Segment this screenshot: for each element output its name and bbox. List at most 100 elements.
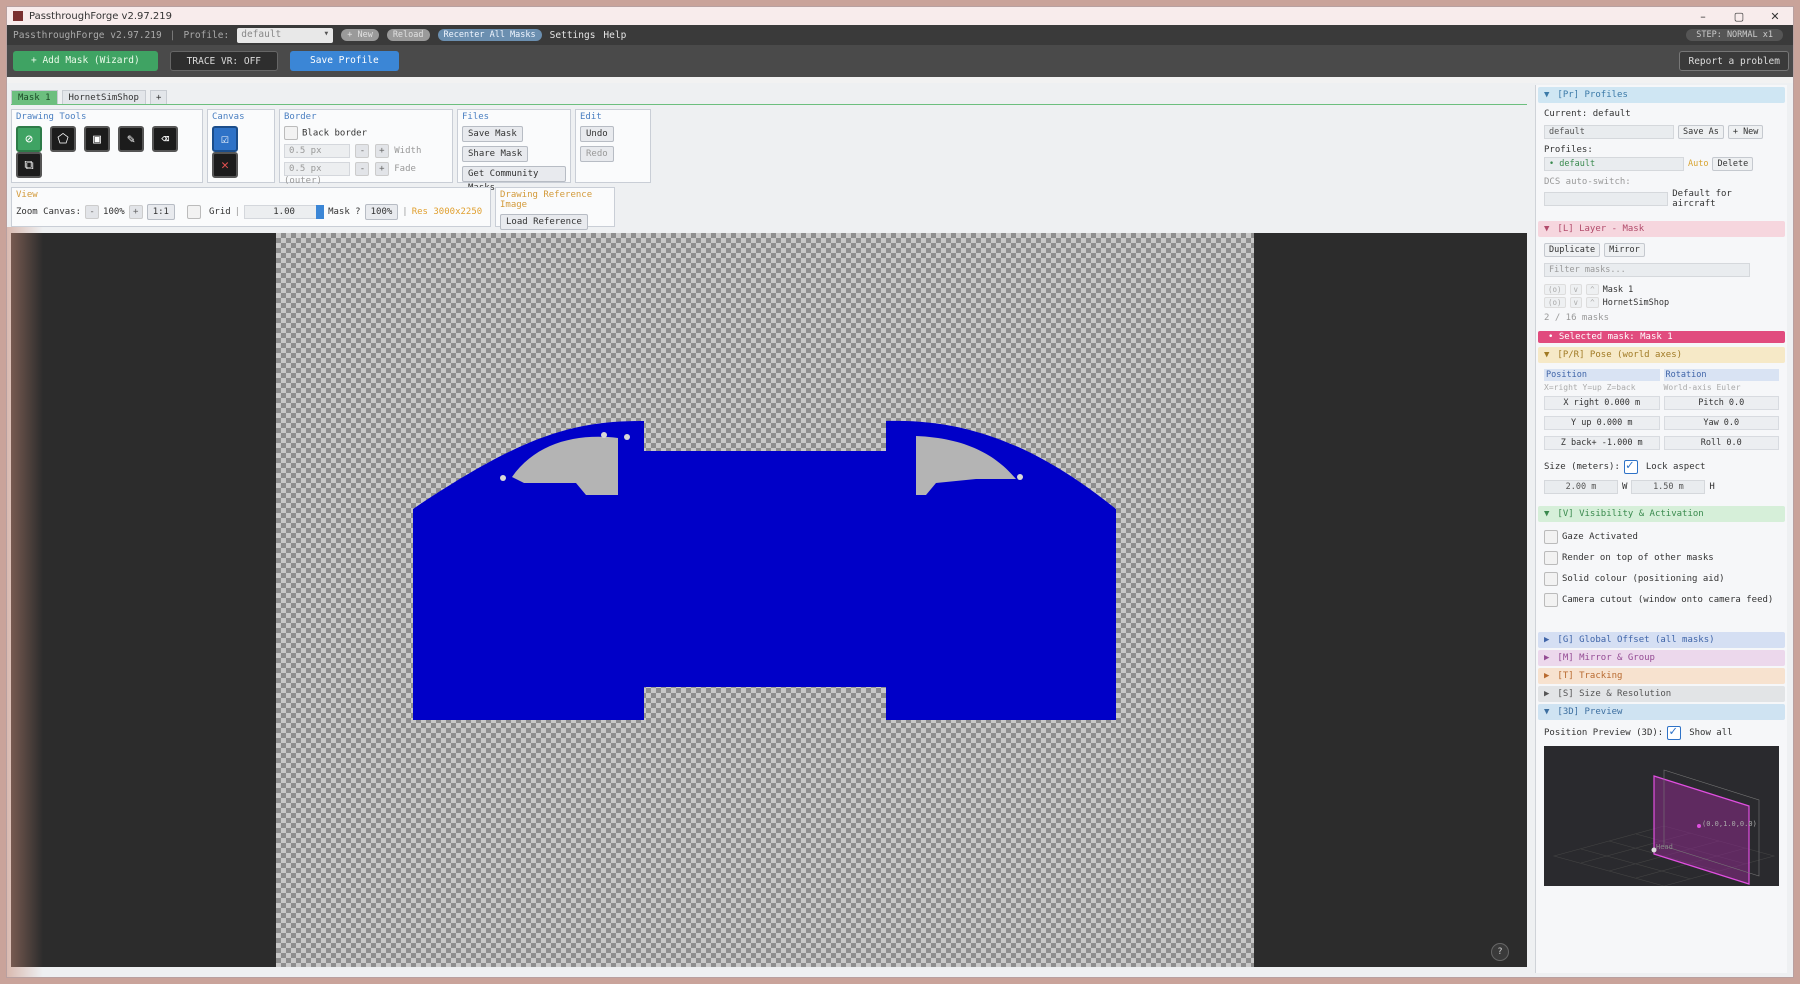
- community-masks-button[interactable]: Get Community Masks: [462, 166, 566, 193]
- roll-input[interactable]: Roll 0.0: [1663, 436, 1779, 450]
- size-resolution-header[interactable]: ▶ [S] Size & Resolution: [1538, 686, 1785, 702]
- redo-button[interactable]: Redo: [580, 146, 614, 162]
- tab-mask-1[interactable]: Mask 1: [11, 90, 58, 104]
- selected-mask-bar: • Selected mask: Mask 1: [1538, 331, 1785, 343]
- profile-list-item[interactable]: • default: [1544, 157, 1684, 171]
- files-title: Files: [462, 112, 490, 122]
- mirror-button[interactable]: Mirror: [1604, 243, 1645, 257]
- border-width-input[interactable]: 0.5 px: [284, 144, 350, 158]
- tracking-header[interactable]: ▶ [T] Tracking: [1538, 668, 1785, 684]
- title-bar: PassthroughForge v2.97.219 – ▢ ✕: [7, 7, 1793, 25]
- camera-cutout-option[interactable]: Camera cutout (window onto camera feed): [1544, 593, 1779, 607]
- profile-select[interactable]: default: [237, 27, 334, 43]
- duplicate-button[interactable]: Duplicate: [1544, 243, 1601, 257]
- zoom-in-button[interactable]: +: [128, 205, 143, 219]
- recenter-all-button[interactable]: Recenter All Masks: [437, 29, 542, 41]
- z-position-input[interactable]: Z back+ -1.000 m: [1544, 436, 1660, 450]
- y-position-input[interactable]: Y up 0.000 m: [1544, 416, 1660, 430]
- mask-shape[interactable]: [276, 233, 1254, 969]
- settings-menu[interactable]: Settings: [550, 30, 596, 41]
- rectangle-tool-icon[interactable]: ▣: [84, 126, 111, 152]
- fade-input[interactable]: 0.5 px: [284, 162, 350, 176]
- close-button[interactable]: ✕: [1757, 10, 1793, 23]
- help-icon[interactable]: ?: [1491, 943, 1509, 961]
- content-area: Mask 1 HornetSimShop + Drawing Tools ⊘ ⬠…: [7, 83, 1793, 977]
- reload-button[interactable]: Reload: [386, 29, 430, 41]
- filter-masks-input[interactable]: Filter masks...: [1544, 263, 1750, 277]
- load-reference-button[interactable]: Load Reference: [500, 214, 588, 230]
- slider-handle[interactable]: [316, 205, 325, 219]
- profiles-section-header[interactable]: ▼ [Pr] Profiles: [1538, 87, 1785, 103]
- svg-text:Head: Head: [1656, 843, 1673, 851]
- fade-increment[interactable]: +: [374, 162, 389, 176]
- share-mask-button[interactable]: Share Mask: [462, 146, 529, 162]
- profile-name-input[interactable]: default: [1544, 125, 1674, 139]
- main-toolbar: + Add Mask (Wizard) TRACE VR: OFF Save P…: [7, 45, 1793, 77]
- mirror-group-header[interactable]: ▶ [M] Mirror & Group: [1538, 650, 1785, 666]
- report-problem-button[interactable]: Report a problem: [1679, 51, 1789, 71]
- pen-tool-icon[interactable]: ✎: [118, 126, 145, 152]
- gaze-activated-option[interactable]: Gaze Activated: [1544, 530, 1779, 544]
- profiles-section: Current: default default Save As + New P…: [1536, 105, 1787, 219]
- rotation-hint: World-axis Euler: [1663, 383, 1741, 392]
- dcs-input[interactable]: [1544, 192, 1669, 206]
- clear-cross-icon[interactable]: ✕: [212, 152, 238, 178]
- polygon-tool-icon[interactable]: ⬠: [50, 126, 77, 152]
- width-increment[interactable]: +: [374, 144, 389, 158]
- pitch-input[interactable]: Pitch 0.0: [1663, 396, 1779, 410]
- grid-label: Grid: [208, 207, 231, 217]
- preview-section: Position Preview (3D): Show all: [1536, 722, 1787, 740]
- black-border-checkbox[interactable]: [284, 126, 298, 140]
- step-indicator[interactable]: STEP: NORMAL x1: [1686, 29, 1783, 41]
- apply-check-icon[interactable]: ☑: [212, 126, 238, 152]
- lock-aspect-checkbox[interactable]: [1623, 458, 1638, 474]
- show-all-checkbox[interactable]: [1667, 724, 1682, 740]
- select-tool-icon[interactable]: ⊘: [16, 126, 42, 152]
- grid-checkbox[interactable]: [186, 205, 201, 219]
- layer-section-header[interactable]: ▼ [L] Layer - Mask: [1538, 221, 1785, 237]
- maximize-button[interactable]: ▢: [1721, 10, 1757, 23]
- render-on-top-option[interactable]: Render on top of other masks: [1544, 551, 1779, 565]
- mask-pct-button[interactable]: 100%: [364, 204, 399, 220]
- new-profile-button[interactable]: + New: [341, 29, 379, 41]
- width-meters-input[interactable]: 2.00 m: [1544, 480, 1618, 494]
- undo-button[interactable]: Undo: [580, 126, 614, 142]
- black-border-label: Black border: [302, 128, 368, 139]
- save-profile-button[interactable]: Save Profile: [290, 51, 399, 71]
- save-as-button[interactable]: Save As: [1678, 125, 1724, 139]
- one-to-one-button[interactable]: 1:1: [146, 204, 175, 220]
- add-tab-button[interactable]: +: [149, 90, 168, 104]
- preview-section-header[interactable]: ▼ [3D] Preview: [1538, 704, 1785, 720]
- add-mask-button[interactable]: + Add Mask (Wizard): [13, 51, 158, 71]
- pose-section-header[interactable]: ▼ [P/R] Pose (world axes): [1538, 347, 1785, 363]
- x-position-input[interactable]: X right 0.000 m: [1544, 396, 1660, 410]
- mask-list-item[interactable]: (o) v ^ HornetSimShop: [1544, 296, 1779, 309]
- crop-tool-icon[interactable]: ⧉: [16, 152, 42, 178]
- pose-section: Position X=right Y=up Z=back X right 0.0…: [1536, 365, 1787, 504]
- width-decrement[interactable]: -: [355, 144, 370, 158]
- yaw-input[interactable]: Yaw 0.0: [1663, 416, 1779, 430]
- tab-hornetsimshop[interactable]: HornetSimShop: [61, 90, 146, 104]
- minimize-button[interactable]: –: [1685, 10, 1721, 23]
- tool-row: Drawing Tools ⊘ ⬠ ▣ ✎ ⌫ ⧉ Canvas ☑ ✕ Bor…: [11, 109, 1527, 193]
- transparency-checkerboard[interactable]: [276, 233, 1254, 967]
- help-menu[interactable]: Help: [603, 30, 626, 41]
- zoom-out-button[interactable]: -: [85, 205, 100, 219]
- profiles-list-label: Profiles:: [1544, 145, 1593, 155]
- opacity-slider[interactable]: 1.00: [244, 205, 325, 219]
- save-mask-button[interactable]: Save Mask: [462, 126, 523, 142]
- trace-vr-button[interactable]: TRACE VR: OFF: [169, 51, 279, 71]
- eraser-tool-icon[interactable]: ⌫: [152, 126, 179, 152]
- solid-colour-option[interactable]: Solid colour (positioning aid): [1544, 572, 1779, 586]
- new-profile-panel-button[interactable]: + New: [1727, 125, 1764, 139]
- mask-list-item[interactable]: (o) v ^ Mask 1: [1544, 283, 1779, 296]
- drawing-canvas[interactable]: ?: [11, 233, 1527, 967]
- height-meters-input[interactable]: 1.50 m: [1631, 480, 1706, 494]
- 3d-preview-viewport[interactable]: Head (0.0,1.0,0.0): [1544, 746, 1779, 886]
- global-offset-header[interactable]: ▶ [G] Global Offset (all masks): [1538, 632, 1785, 648]
- delete-profile-button[interactable]: Delete: [1712, 157, 1754, 171]
- fade-decrement[interactable]: -: [355, 162, 370, 176]
- position-header: Position: [1544, 369, 1660, 381]
- visibility-section-header[interactable]: ▼ [V] Visibility & Activation: [1538, 506, 1785, 522]
- width-axis-label: W: [1622, 482, 1628, 492]
